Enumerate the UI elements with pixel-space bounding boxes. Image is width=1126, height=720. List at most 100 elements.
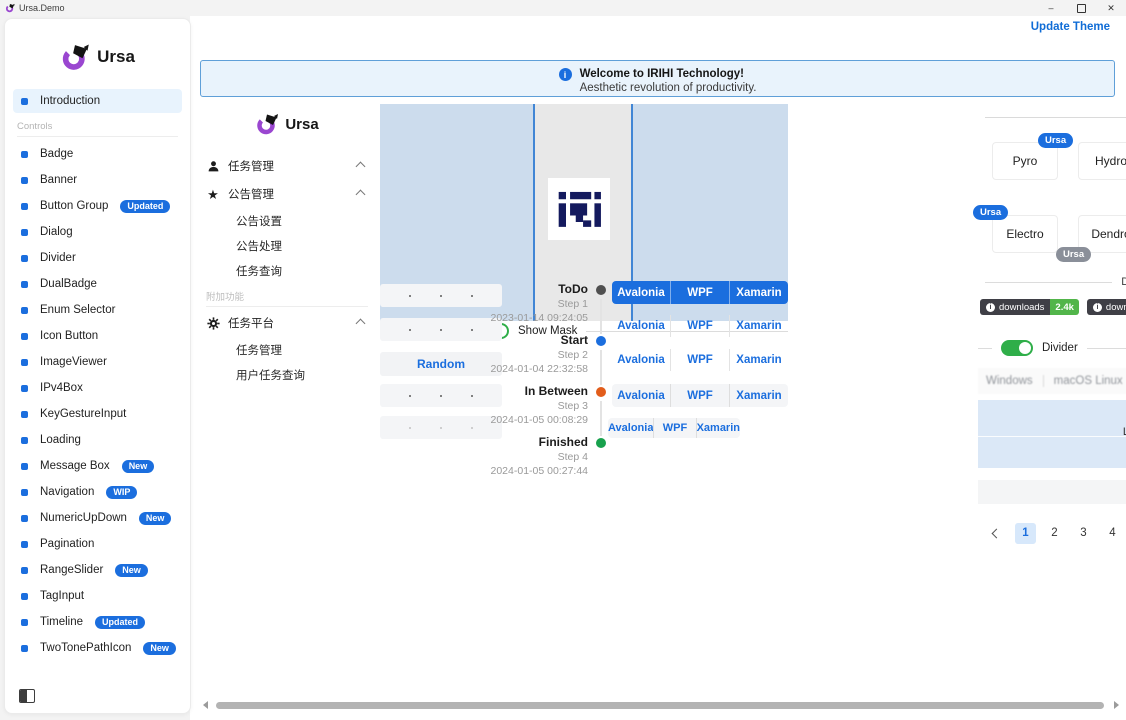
sidebar-item-introduction[interactable]: Introduction xyxy=(13,89,182,113)
bullet-icon xyxy=(21,385,28,392)
sidebar-item-pagination[interactable]: Pagination xyxy=(5,531,190,557)
sidebar-item-dualbadge[interactable]: DualBadge xyxy=(5,271,190,297)
bullet-icon xyxy=(21,411,28,418)
sidebar-item-dialog[interactable]: Dialog xyxy=(5,219,190,245)
menu-section-label: 附加功能 xyxy=(196,283,378,304)
scroll-right-arrow[interactable] xyxy=(1114,701,1119,709)
bullet-icon xyxy=(21,333,28,340)
bullet-icon xyxy=(21,255,28,262)
sidebar-item-divider[interactable]: Divider xyxy=(5,245,190,271)
button-group-compact: Avalonia WPF Xamarin xyxy=(608,418,740,438)
menu-item-user-task-query[interactable]: 用户任务查询 xyxy=(196,362,378,387)
timeline-title: Start xyxy=(420,333,588,348)
button-group-soft: Avalonia WPF Xamarin xyxy=(612,384,788,407)
bullet-icon xyxy=(21,229,28,236)
page-button-4[interactable]: 4 xyxy=(1102,523,1123,544)
menu-item-announcement-management[interactable]: ★ 公告管理 xyxy=(196,180,378,208)
sidebar-item-icon-button[interactable]: Icon Button xyxy=(5,323,190,349)
sidebar-item-navigation[interactable]: NavigationWIP xyxy=(5,479,190,505)
scroll-left-arrow[interactable] xyxy=(203,701,208,709)
sidebar-item-banner[interactable]: Banner xyxy=(5,167,190,193)
menu-item-announcement-processing[interactable]: 公告处理 xyxy=(196,233,378,258)
menu-item-label: 任务平台 xyxy=(228,315,274,331)
chevron-up-icon xyxy=(356,318,366,328)
sidebar-item-twotonepathicon[interactable]: TwoTonePathIconNew xyxy=(5,635,190,661)
menu-item-task-query[interactable]: 任务查询 xyxy=(196,258,378,283)
menu-item-task-management[interactable]: 任务管理 xyxy=(196,152,378,180)
avalonia-button[interactable]: Avalonia xyxy=(612,349,670,371)
menu-divider xyxy=(206,306,368,307)
avalonia-button[interactable]: Avalonia xyxy=(612,281,670,304)
wpf-button[interactable]: WPF xyxy=(670,281,729,304)
minimize-button[interactable]: – xyxy=(1036,0,1066,16)
sidebar-item-taginput[interactable]: TagInput xyxy=(5,583,190,609)
timeline-title: Finished xyxy=(420,435,588,450)
bullet-icon xyxy=(21,307,28,314)
sidebar-item-ipv4box[interactable]: IPv4Box xyxy=(5,375,190,401)
update-theme-button[interactable]: Update Theme xyxy=(1025,20,1116,34)
timeline-step: Step 3 xyxy=(420,399,588,413)
bullet-icon xyxy=(21,437,28,444)
bullet-icon xyxy=(21,541,28,548)
wpf-button[interactable]: WPF xyxy=(670,315,729,337)
xamarin-button[interactable]: Xamarin xyxy=(729,281,788,304)
sidebar-item-timeline[interactable]: TimelineUpdated xyxy=(5,609,190,635)
irihi-logo xyxy=(548,178,610,240)
sidebar-item-badge[interactable]: Badge xyxy=(5,141,190,167)
sidebar-item-message-box[interactable]: Message BoxNew xyxy=(5,453,190,479)
sidebar-item-imageviewer[interactable]: ImageViewer xyxy=(5,349,190,375)
timeline-item: Start Step 2 2024-01-04 22:32:58 xyxy=(420,333,588,376)
xamarin-button[interactable]: Xamarin xyxy=(729,349,788,371)
banner-title: Welcome to IRIHI Technology! xyxy=(580,67,757,81)
timeline-dot-finished xyxy=(596,438,606,448)
xamarin-button[interactable]: Xamarin xyxy=(729,384,788,407)
divider-demo: Divider xyxy=(978,340,1126,356)
bullet-icon xyxy=(21,281,28,288)
dual-badge: downloads 2.4k xyxy=(1087,299,1126,315)
pagination: 1 2 3 4 5 ⋯ 60 10 xyxy=(986,522,1126,544)
brand-name: Ursa xyxy=(97,47,135,67)
menu-brand: Ursa xyxy=(196,104,378,144)
divider-line xyxy=(978,348,992,349)
wpf-button[interactable]: WPF xyxy=(653,418,695,438)
sidebar-item-enum-selector[interactable]: Enum Selector xyxy=(5,297,190,323)
dualbadge-divider: DualBadge xyxy=(985,276,1126,288)
xamarin-button[interactable]: Xamarin xyxy=(696,418,740,438)
menu-item-task-platform[interactable]: 任务平台 xyxy=(196,309,378,337)
button-group-plain: Avalonia WPF Xamarin xyxy=(612,315,788,337)
avalonia-button[interactable]: Avalonia xyxy=(608,418,653,438)
sidebar-list: Badge Banner Button GroupUpdated Dialog … xyxy=(5,141,190,661)
timeline-connector xyxy=(600,299,602,334)
prev-page-button[interactable] xyxy=(986,523,1007,544)
divider-toggle[interactable] xyxy=(1001,340,1033,356)
xamarin-button[interactable]: Xamarin xyxy=(729,315,788,337)
wpf-button[interactable]: WPF xyxy=(670,384,729,407)
timeline-connector xyxy=(600,350,602,385)
page-button-2[interactable]: 2 xyxy=(1044,523,1065,544)
badge-card-hydro: Hydro xyxy=(1078,142,1126,180)
sidebar-item-keygestureinput[interactable]: KeyGestureInput xyxy=(5,401,190,427)
timeline-dot-start xyxy=(596,336,606,346)
empty-bar xyxy=(978,480,1126,504)
avalonia-button[interactable]: Avalonia xyxy=(612,315,670,337)
maximize-button[interactable] xyxy=(1066,0,1096,16)
sidebar-item-loading[interactable]: Loading xyxy=(5,427,190,453)
sidebar-item-button-group[interactable]: Button GroupUpdated xyxy=(5,193,190,219)
sidebar: Ursa Introduction Controls Badge Banner … xyxy=(4,18,191,714)
menu-item-task-management-child[interactable]: 任务管理 xyxy=(196,337,378,362)
dualbadge-divider-label: DualBadge xyxy=(1121,276,1126,288)
page-button-3[interactable]: 3 xyxy=(1073,523,1094,544)
horizontal-scrollbar-thumb[interactable] xyxy=(216,702,1104,709)
bullet-icon xyxy=(21,489,28,496)
timeline-step: Step 4 xyxy=(420,450,588,464)
sidebar-item-rangeslider[interactable]: RangeSliderNew xyxy=(5,557,190,583)
close-button[interactable]: ✕ xyxy=(1096,0,1126,16)
page-button-1[interactable]: 1 xyxy=(1015,523,1036,544)
avalonia-button[interactable]: Avalonia xyxy=(612,384,670,407)
sidebar-collapse-button[interactable] xyxy=(19,689,35,703)
right-panel: Pyro Hydro Ameno Ursa 99+ Ursa Electro D… xyxy=(978,104,1126,584)
sidebar-item-numericupdown[interactable]: NumericUpDownNew xyxy=(5,505,190,531)
menu-item-announcement-settings[interactable]: 公告设置 xyxy=(196,208,378,233)
timeline-title: In Between xyxy=(420,384,588,399)
wpf-button[interactable]: WPF xyxy=(670,349,729,371)
